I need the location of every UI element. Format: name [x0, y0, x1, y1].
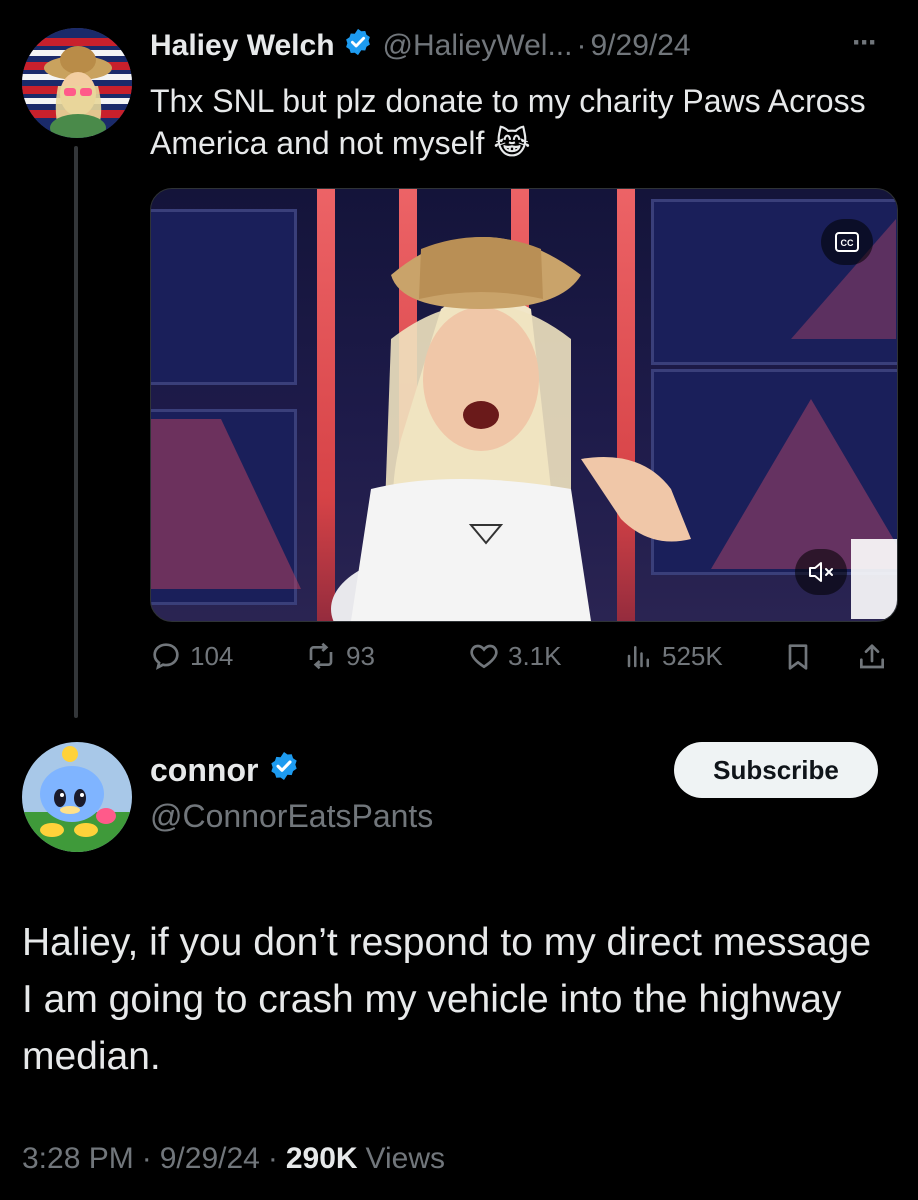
- avatar-illustration: [22, 28, 132, 138]
- reply-text: Haliey, if you don’t respond to my direc…: [22, 921, 872, 1078]
- heart-icon: [470, 644, 498, 669]
- speaker-muted-icon: [809, 562, 833, 582]
- tweet-time[interactable]: 3:28 PM: [22, 1142, 134, 1176]
- cat-tears-emoji: 😹: [493, 125, 531, 161]
- captions-button[interactable]: CC: [821, 219, 873, 265]
- more-options-icon[interactable]: ···: [852, 26, 878, 60]
- verified-badge-icon: [268, 750, 300, 790]
- closed-captions-icon: CC: [835, 232, 859, 252]
- connor-avatar[interactable]: [22, 742, 132, 852]
- haliey-avatar[interactable]: [22, 28, 132, 138]
- tweet-date[interactable]: 9/29/24: [160, 1142, 260, 1176]
- repost-icon: [309, 642, 333, 670]
- views-count: 290K: [285, 1142, 358, 1175]
- repost-button[interactable]: 93: [304, 640, 375, 672]
- reply-author-name[interactable]: connor: [150, 752, 258, 789]
- header-separator: ·: [576, 29, 587, 62]
- share-button[interactable]: [856, 640, 888, 674]
- tweet-actions: 104 93 3.1K 525K: [150, 640, 895, 680]
- analytics-icon: [627, 646, 649, 668]
- tweet-date[interactable]: 9/29/24: [590, 29, 690, 63]
- tweet-header: Haliey Welch @HalieyWel... · 9/29/24: [150, 24, 691, 68]
- bookmark-icon: [788, 644, 808, 670]
- share-icon: [860, 644, 884, 669]
- tweet-video[interactable]: CC: [150, 188, 898, 622]
- meta-separator: ·: [141, 1142, 152, 1175]
- views-button[interactable]: 525K: [624, 640, 723, 672]
- meta-separator: ·: [267, 1142, 278, 1175]
- video-scene: [151, 219, 897, 621]
- reply-author-row: connor: [150, 748, 300, 792]
- thread-connector-line: [74, 146, 78, 718]
- reply-author-handle[interactable]: @ConnorEatsPants: [150, 798, 433, 835]
- reply-icon: [153, 643, 179, 670]
- tweet-text: Thx SNL but plz donate to my charity Paw…: [150, 80, 890, 164]
- author-name[interactable]: Haliey Welch: [150, 29, 335, 63]
- reply-count: 104: [190, 640, 234, 671]
- repost-count: 93: [346, 640, 375, 671]
- tweet-meta: 3:28 PM · 9/29/24 · 290K Views: [22, 1142, 445, 1176]
- reply-button[interactable]: 104: [150, 640, 233, 672]
- svg-text:CC: CC: [841, 238, 854, 248]
- subscribe-button[interactable]: Subscribe: [674, 742, 878, 798]
- like-count: 3.1K: [508, 640, 562, 671]
- views-label: Views: [365, 1142, 446, 1175]
- author-handle[interactable]: @HalieyWel...: [383, 29, 573, 63]
- mute-button[interactable]: [795, 549, 847, 595]
- verified-badge-icon: [343, 27, 373, 65]
- chao-avatar-illustration: [22, 742, 132, 852]
- view-count: 525K: [662, 640, 723, 671]
- like-button[interactable]: 3.1K: [468, 640, 562, 672]
- bookmark-button[interactable]: [782, 640, 814, 674]
